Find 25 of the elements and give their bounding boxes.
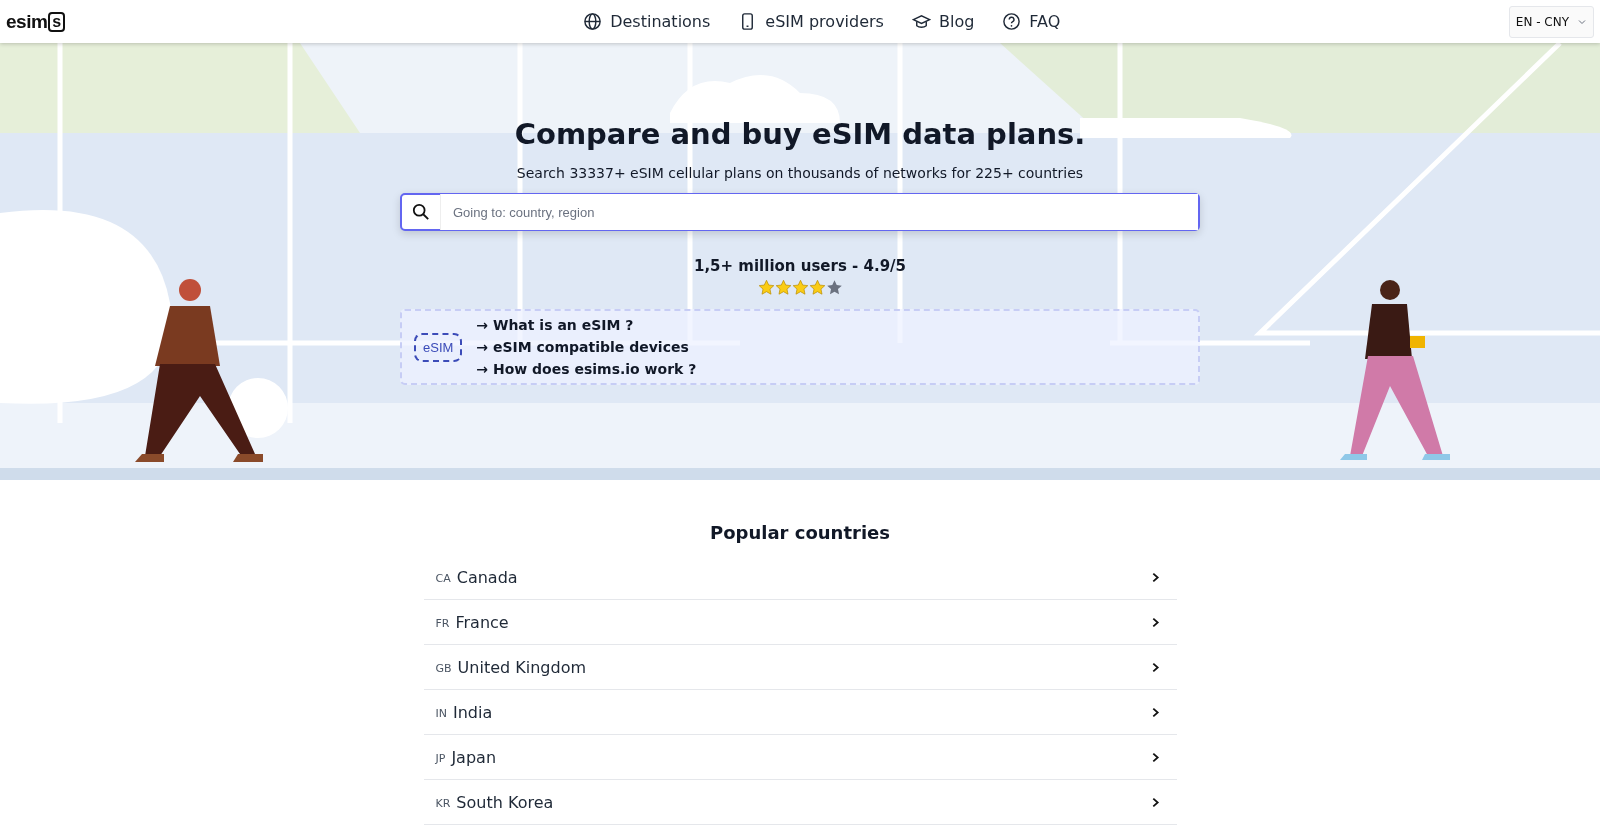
info-link[interactable]: → eSIM compatible devices xyxy=(476,339,697,355)
language-currency-select[interactable]: EN - CNY xyxy=(1508,5,1594,38)
country-list-item[interactable]: CA Canada xyxy=(423,555,1177,600)
hero-subtitle: Search 33337+ eSIM cellular plans on thousands of networks for 225+ countries xyxy=(516,165,1084,181)
site-logo[interactable]: esim s xyxy=(6,10,65,33)
section-title: Popular countries xyxy=(710,522,890,543)
rating-summary: 1,5+ million users - 4.9/5 xyxy=(694,257,906,275)
nav-link[interactable]: eSIM providers xyxy=(738,12,884,31)
nav-link[interactable]: FAQ xyxy=(1002,12,1061,31)
info-link[interactable]: → What is an eSIM ? xyxy=(476,317,697,333)
help-icon xyxy=(1002,12,1022,31)
search-icon xyxy=(412,203,430,221)
esim-card-badge: eSIM xyxy=(414,332,463,362)
info-link[interactable]: → How does esims.io work ? xyxy=(476,361,697,377)
nav-link[interactable]: Destinations xyxy=(583,12,711,31)
country-list-item[interactable]: KR South Korea xyxy=(423,780,1177,825)
hero-title: Compare and buy eSIM data plans. xyxy=(514,117,1086,151)
country-list-item[interactable]: FR France xyxy=(423,600,1177,645)
country-list-item[interactable]: JP Japan xyxy=(423,735,1177,780)
country-list-item[interactable]: IN India xyxy=(423,690,1177,735)
nav-link[interactable]: Blog xyxy=(911,12,975,31)
country-list-item[interactable]: GB United Kingdom xyxy=(423,645,1177,690)
graduation-cap-icon xyxy=(911,12,931,31)
destination-search-field[interactable]: Going to: country, region xyxy=(400,193,1200,231)
globe-icon xyxy=(583,12,603,31)
